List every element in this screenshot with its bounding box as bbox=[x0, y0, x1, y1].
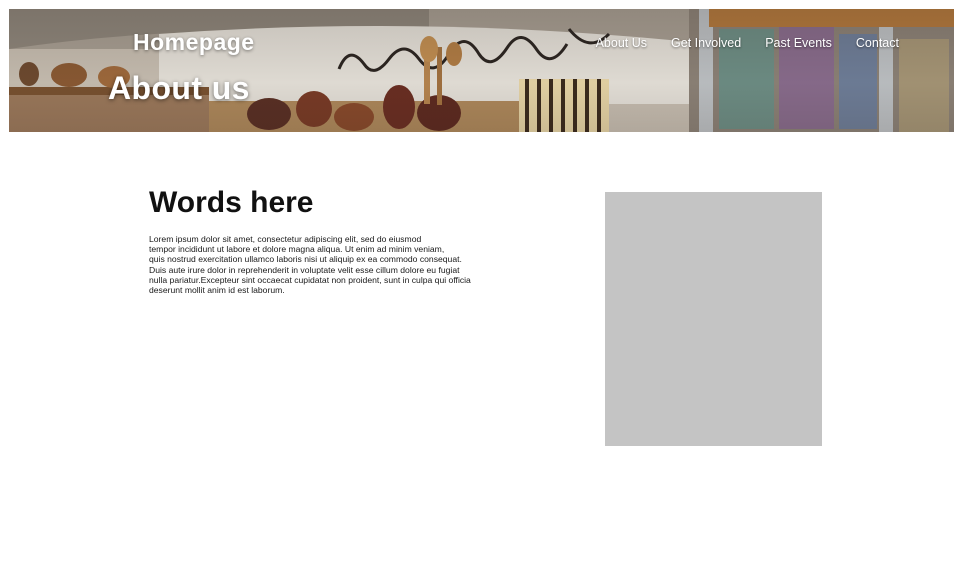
body-line: deserunt mollit anim id est laborum. bbox=[149, 285, 285, 296]
nav-link-contact[interactable]: Contact bbox=[856, 36, 899, 50]
nav-item-get-involved: Get Involved bbox=[671, 36, 741, 50]
body-line: Duis aute irure dolor in reprehenderit i… bbox=[149, 264, 460, 275]
nav-item-past-events: Past Events bbox=[765, 36, 832, 50]
nav-link-get-involved[interactable]: Get Involved bbox=[671, 36, 741, 50]
nav-link-past-events[interactable]: Past Events bbox=[765, 36, 832, 50]
content-title: Words here bbox=[149, 186, 314, 219]
nav-item-contact: Contact bbox=[856, 36, 899, 50]
page: Homepage About us About Us Get Involved … bbox=[0, 0, 954, 578]
nav-item-about-us: About Us bbox=[596, 36, 647, 50]
site-title-link[interactable]: Homepage bbox=[133, 29, 255, 56]
header-banner: Homepage About us About Us Get Involved … bbox=[9, 9, 954, 132]
body-line: tempor incididunt ut labore et dolore ma… bbox=[149, 244, 445, 255]
nav-link-about-us[interactable]: About Us bbox=[596, 36, 647, 50]
body-paragraph: Lorem ipsum dolor sit amet, consectetur … bbox=[149, 234, 509, 295]
image-placeholder bbox=[605, 192, 822, 446]
body-line: Lorem ipsum dolor sit amet, consectetur … bbox=[149, 234, 422, 244]
body-line: nulla pariatur.Excepteur sint occaecat c… bbox=[149, 274, 471, 285]
body-line: quis nostrud exercitation ullamco labori… bbox=[149, 254, 462, 265]
page-heading: About us bbox=[108, 70, 250, 106]
main-nav: About Us Get Involved Past Events Contac… bbox=[596, 36, 899, 50]
